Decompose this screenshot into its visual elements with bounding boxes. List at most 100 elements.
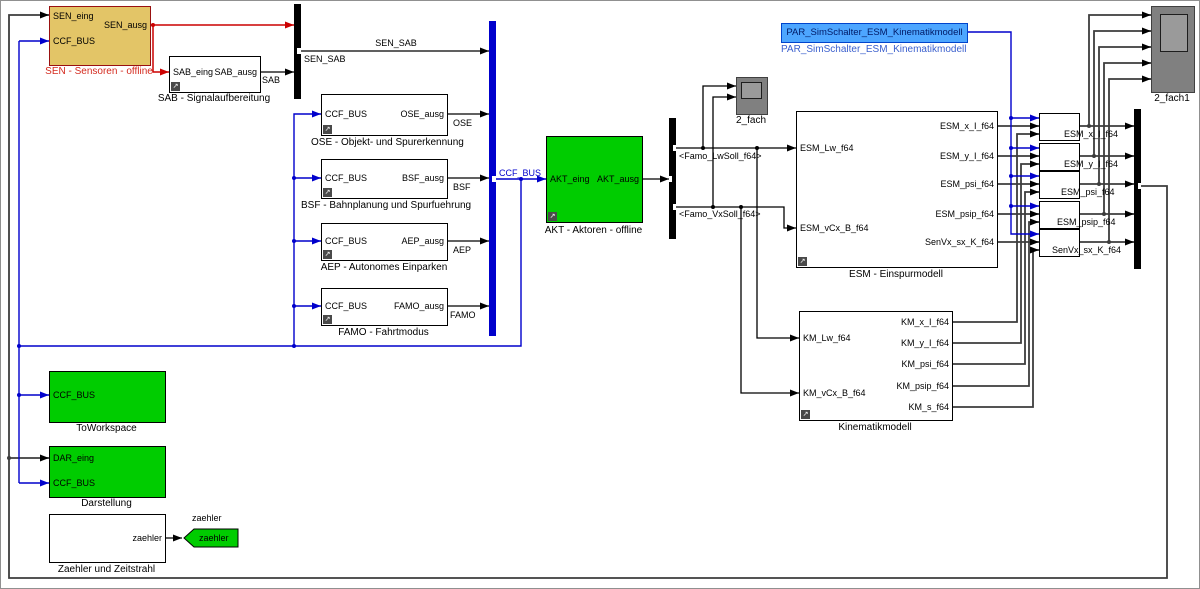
subsystem-badge-icon	[171, 82, 180, 91]
junction-ccf-famo	[292, 304, 296, 308]
wire-lwsoll-to-km	[757, 148, 799, 338]
block-sen-sensoren[interactable]: SEN_eing CCF_BUS SEN_ausg	[49, 6, 151, 66]
junction-par-sw4	[1009, 204, 1013, 208]
label-famo: FAMO - Fahrtmodus	[331, 327, 436, 339]
label-zaehler: Zaehler und Zeitstrahl	[29, 564, 184, 576]
port-esm-x: ESM_x_I_f64	[940, 121, 994, 132]
subsystem-badge-icon	[798, 257, 807, 266]
wire-label-esm-psi: ESM_psi_f64	[1061, 187, 1115, 197]
wire-label-famo: FAMO	[450, 310, 476, 320]
scope-2fach1[interactable]	[1151, 6, 1195, 93]
port-aep-ausg: AEP_ausg	[401, 236, 444, 247]
junction-ccf-mid	[292, 344, 296, 348]
port-sab-eing: SAB_eing	[173, 67, 213, 78]
subsystem-badge-icon	[323, 315, 332, 324]
port-sen-ccf-bus: CCF_BUS	[53, 36, 95, 47]
subsystem-badge-icon	[548, 212, 557, 221]
port-famo-ccf-bus: CCF_BUS	[325, 301, 367, 312]
port-km-psip: KM_psip_f64	[896, 381, 949, 392]
label-aep: AEP - Autonomes Einparken	[319, 262, 449, 274]
wire-label-esm-y: ESM_y_I_f64	[1064, 159, 1118, 169]
junction-ccf-tw	[17, 393, 21, 397]
junction-ccf-aep	[292, 239, 296, 243]
port-sen-eing: SEN_eing	[53, 11, 94, 22]
port-dar-eing: DAR_eing	[53, 453, 94, 464]
wire-label-sen-sab: SEN_SAB	[356, 38, 436, 48]
junction-sw3	[1097, 182, 1101, 186]
junction-sen-ausg	[151, 23, 155, 27]
block-sab-signalaufbereitung[interactable]: SAB_eing SAB_ausg	[169, 56, 261, 93]
block-darstellung[interactable]: DAR_eing CCF_BUS	[49, 446, 166, 498]
port-km-x: KM_x_I_f64	[901, 317, 949, 328]
block-bsf[interactable]: CCF_BUS BSF_ausg	[321, 159, 448, 199]
wire-label-ose: OSE	[453, 118, 472, 128]
port-km-lw: KM_Lw_f64	[803, 333, 851, 344]
block-kinematikmodell[interactable]: KM_Lw_f64 KM_vCx_B_f64 KM_x_I_f64 KM_y_I…	[799, 311, 953, 421]
wire-label-aep: AEP	[453, 245, 471, 255]
label-toworkspace: ToWorkspace	[49, 423, 164, 435]
port-km-psi: KM_psi_f64	[901, 359, 949, 370]
port-tw-ccf-bus: CCF_BUS	[53, 390, 95, 401]
port-ose-ccf-bus: CCF_BUS	[325, 109, 367, 120]
subsystem-badge-icon	[323, 250, 332, 259]
subsystem-badge-icon	[323, 188, 332, 197]
port-aep-ccf-bus: CCF_BUS	[325, 236, 367, 247]
port-sab-ausg: SAB_ausg	[214, 67, 257, 78]
scope-2fach[interactable]	[736, 77, 768, 115]
wire-label-famo-lwsoll: <Famo_LwSoll_f64>	[679, 151, 762, 161]
par-value: PAR_SimSchalter_ESM_Kinematikmodell	[786, 27, 962, 38]
port-akt-ausg: AKT_ausg	[597, 174, 639, 185]
bus-creator-ccf-notch	[492, 176, 496, 182]
block-ose[interactable]: CCF_BUS OSE_ausg	[321, 94, 448, 136]
label-ose: OSE - Objekt- und Spurerkennung	[311, 137, 456, 149]
label-goto-tag: zaehler	[192, 513, 222, 523]
label-scope-2fach1: 2_fach1	[1147, 93, 1197, 105]
wire-sen-ausg-to-sab	[153, 25, 169, 72]
wire-label-sab: SAB	[262, 75, 280, 85]
subsystem-badge-icon	[801, 410, 810, 419]
port-bsf-ccf-bus: CCF_BUS	[325, 173, 367, 184]
label-akt: AKT - Aktoren - offline	[516, 225, 671, 237]
junction-lwsoll-km	[755, 146, 759, 150]
junction-sw2	[1092, 154, 1096, 158]
label-sen: SEN - Sensoren - offline	[39, 66, 159, 78]
label-bsf: BSF - Bahnplanung und Spurfuehrung	[301, 200, 466, 212]
port-zaehler-out: zaehler	[132, 533, 162, 544]
scope-screen	[741, 82, 762, 99]
port-famo-ausg: FAMO_ausg	[394, 301, 444, 312]
block-aep[interactable]: CCF_BUS AEP_ausg	[321, 223, 448, 261]
block-famo[interactable]: CCF_BUS FAMO_ausg	[321, 288, 448, 326]
block-toworkspace[interactable]: CCF_BUS	[49, 371, 166, 423]
port-esm-psip: ESM_psip_f64	[935, 209, 994, 220]
block-par-simschalter[interactable]: PAR_SimSchalter_ESM_Kinematikmodell	[781, 23, 968, 43]
bus-selector-famo-notch-out1	[673, 145, 676, 151]
port-akt-eing: AKT_eing	[550, 174, 590, 185]
block-esm-einspurmodell[interactable]: ESM_Lw_f64 ESM_vCx_B_f64 ESM_x_I_f64 ESM…	[796, 111, 998, 268]
wire-label-famo-vxsoll: <Famo_VxSoll_f64>	[679, 209, 761, 219]
port-km-y: KM_y_I_f64	[901, 338, 949, 349]
port-esm-vcx: ESM_vCx_B_f64	[800, 223, 869, 234]
wire-label-bsf: BSF	[453, 182, 471, 192]
port-esm-y: ESM_y_I_f64	[940, 151, 994, 162]
mux-output-bar-notch	[1138, 183, 1141, 189]
wire-label-ccf-bus: CCF_BUS	[499, 168, 541, 178]
port-esm-psi: ESM_psi_f64	[940, 179, 994, 190]
junction-par-sw2	[1009, 146, 1013, 150]
port-km-vcx: KM_vCx_B_f64	[803, 388, 866, 399]
label-darstellung: Darstellung	[49, 498, 164, 510]
label-sab: SAB - Signalaufbereitung	[154, 93, 274, 105]
block-zaehler-zeitstrahl[interactable]: zaehler	[49, 514, 166, 563]
bus-selector-famo-notch-out2	[673, 204, 676, 210]
junction-sw1	[1087, 124, 1091, 128]
port-esm-senvx: SenVx_sx_K_f64	[925, 237, 994, 248]
block-akt-aktoren[interactable]: AKT_eing AKT_ausg	[546, 136, 643, 223]
port-dar-ccf-bus: CCF_BUS	[53, 478, 95, 489]
junction-par-sw3	[1009, 174, 1013, 178]
port-esm-lw: ESM_Lw_f64	[800, 143, 854, 154]
label-scope-2fach: 2_fach	[721, 115, 781, 127]
goto-tag-text: zaehler	[199, 533, 229, 543]
label-par: PAR_SimSchalter_ESM_Kinematikmodell	[781, 44, 966, 56]
subsystem-badge-icon	[323, 125, 332, 134]
junction-par-sw1	[1009, 116, 1013, 120]
wire-label-esm-psip: ESM_psip_f64	[1057, 217, 1116, 227]
